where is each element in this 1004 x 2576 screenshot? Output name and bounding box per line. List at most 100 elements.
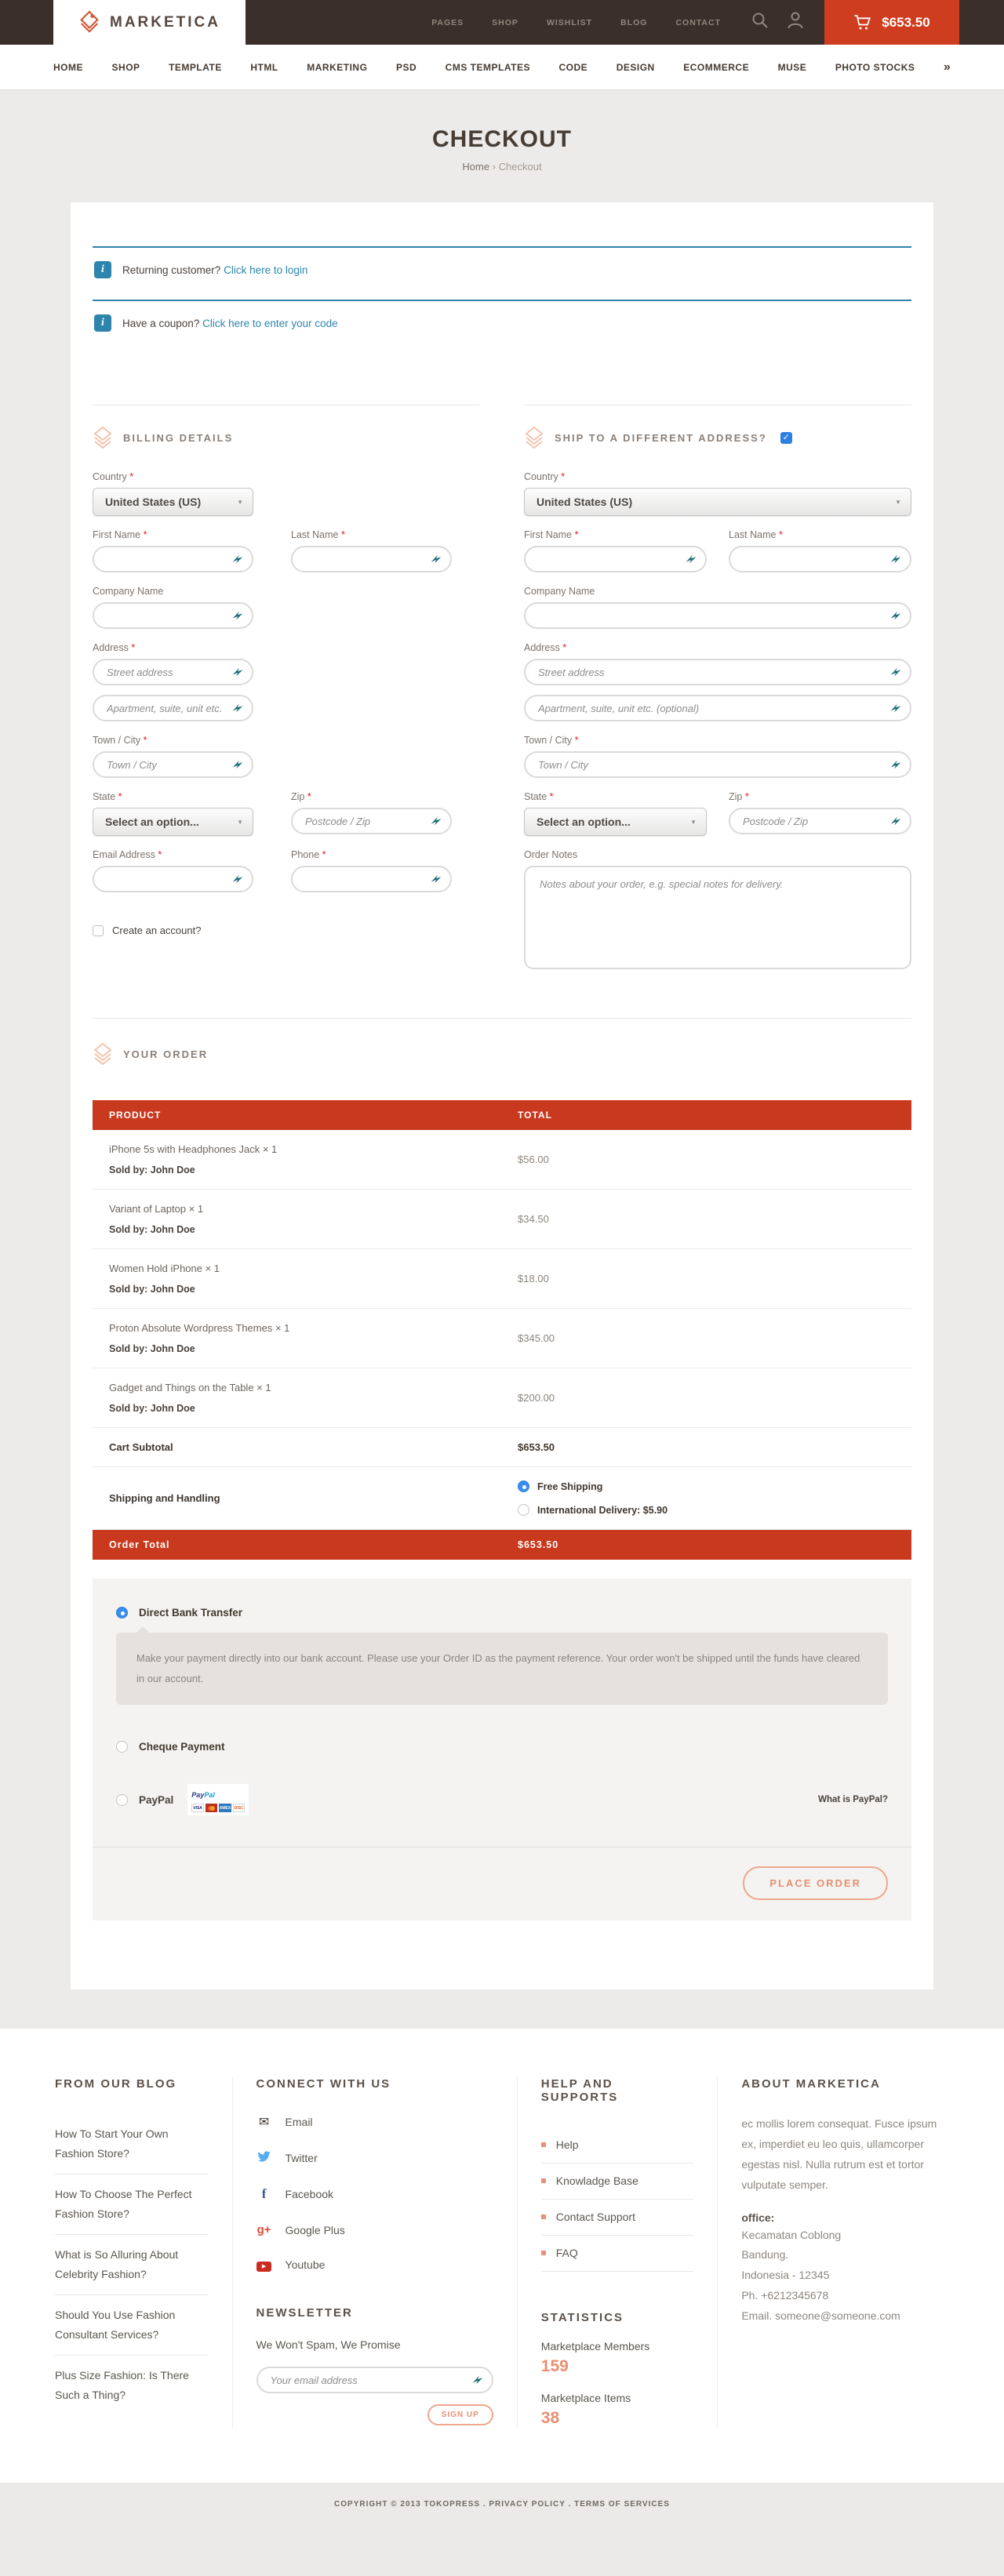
place-order-button[interactable]: PLACE ORDER <box>743 1866 888 1900</box>
faq-link[interactable]: FAQ <box>541 2236 694 2272</box>
free-shipping-radio[interactable] <box>518 1481 529 1492</box>
product-total: $34.50 <box>518 1213 895 1225</box>
autofill-icon <box>889 665 903 679</box>
contact-support-link[interactable]: Contact Support <box>541 2200 694 2236</box>
bank-transfer-label: Direct Bank Transfer <box>139 1607 242 1619</box>
bank-transfer-radio[interactable] <box>116 1607 128 1619</box>
top-nav-shop[interactable]: SHOP <box>492 18 518 27</box>
nav-html[interactable]: HTML <box>250 62 278 73</box>
search-icon[interactable] <box>751 11 769 34</box>
table-row: Proton Absolute Wordpress Themes × 1 Sol… <box>93 1309 911 1368</box>
billing-town-input[interactable] <box>93 751 253 778</box>
order-total-label: Order Total <box>109 1539 518 1550</box>
breadcrumb-home[interactable]: Home <box>462 161 489 173</box>
knowledge-base-link[interactable]: Knowladge Base <box>541 2164 694 2200</box>
billing-country-select[interactable]: United States (US) ▼ <box>93 488 253 516</box>
nav-marketing[interactable]: MARKETING <box>307 62 367 73</box>
create-account-checkbox[interactable] <box>93 925 104 936</box>
product-total: $200.00 <box>518 1392 895 1404</box>
shipping-company-input[interactable] <box>524 602 911 629</box>
order-notes-textarea[interactable] <box>524 866 911 969</box>
autofill-icon <box>231 665 245 679</box>
top-nav-blog[interactable]: BLOG <box>620 18 647 27</box>
product-name: Women Hold iPhone × 1 <box>109 1263 518 1274</box>
coupon-link[interactable]: Click here to enter your code <box>202 318 338 329</box>
free-shipping-label: Free Shipping <box>537 1481 602 1492</box>
ship-different-checkbox[interactable]: ✓ <box>780 432 792 444</box>
billing-email-input[interactable] <box>93 866 253 892</box>
nav-cms-templates[interactable]: CMS TEMPLATES <box>446 62 530 73</box>
coupon-notice: i Have a coupon? Click here to enter you… <box>93 300 911 353</box>
blog-link[interactable]: Should You Use Fashion Consultant Servic… <box>55 2295 209 2356</box>
billing-state-select[interactable]: Select an option... ▼ <box>93 808 253 836</box>
create-account-label: Create an account? <box>112 925 201 936</box>
shipping-zip-input[interactable] <box>729 808 911 834</box>
billing-last-name-input[interactable] <box>291 546 452 572</box>
account-icon[interactable] <box>787 11 804 34</box>
shipping-state-select[interactable]: Select an option... ▼ <box>524 808 707 836</box>
nav-psd[interactable]: PSD <box>396 62 417 73</box>
privacy-policy-link[interactable]: PRIVACY POLICY <box>489 2500 565 2509</box>
nav-code[interactable]: CODE <box>558 62 587 73</box>
first-name-label: First Name * <box>93 529 253 540</box>
nav-ecommerce[interactable]: ECOMMERCE <box>683 62 749 73</box>
facebook-link[interactable]: f Facebook <box>256 2186 493 2202</box>
copyright-bar: COPYRIGHT © 2013 TOKOPRESS . PRIVACY POL… <box>0 2483 1004 2576</box>
login-link[interactable]: Click here to login <box>224 264 307 276</box>
twitter-link[interactable]: Twitter <box>256 2151 493 2165</box>
billing-zip-input[interactable] <box>291 808 452 834</box>
blog-link[interactable]: How To Start Your Own Fashion Store? <box>55 2114 209 2175</box>
google-plus-link[interactable]: g+ Google Plus <box>256 2223 493 2236</box>
nav-design[interactable]: DESIGN <box>617 62 655 73</box>
paypal-label: PayPal <box>139 1794 173 1806</box>
table-row: Women Hold iPhone × 1 Sold by: John Doe … <box>93 1249 911 1309</box>
footer-help-column: HELP AND SUPPORTS Help Knowladge Base Co… <box>517 2077 718 2428</box>
blog-link[interactable]: What is So Alluring About Celebrity Fash… <box>55 2235 209 2295</box>
nav-shop[interactable]: SHOP <box>112 62 140 73</box>
cheque-payment-radio[interactable] <box>116 1741 128 1753</box>
bank-transfer-description: Make your payment directly into our bank… <box>116 1633 888 1705</box>
paypal-radio[interactable] <box>116 1794 128 1806</box>
product-name: Variant of Laptop × 1 <box>109 1203 518 1215</box>
billing-heading: BILLING DETAILS <box>123 432 233 444</box>
newsletter-email-input[interactable] <box>256 2367 493 2393</box>
google-plus-icon: g+ <box>256 2223 272 2236</box>
facebook-icon: f <box>256 2186 272 2202</box>
nav-muse[interactable]: MUSE <box>778 62 807 73</box>
brand-logo[interactable]: MARKETICA <box>53 0 246 45</box>
cart-button[interactable]: $653.50 <box>824 0 959 45</box>
top-nav-contact[interactable]: CONTACT <box>675 18 721 27</box>
stat-value: 159 <box>541 2357 694 2376</box>
what-is-paypal-link[interactable]: What is PayPal? <box>818 1795 888 1804</box>
shipping-country-select[interactable]: United States (US) ▼ <box>524 488 911 516</box>
nav-home[interactable]: HOME <box>53 62 83 73</box>
shipping-apartment-input[interactable] <box>524 695 911 721</box>
help-link[interactable]: Help <box>541 2127 694 2164</box>
notice-text: Have a coupon? <box>122 318 199 329</box>
email-link[interactable]: ✉ Email <box>256 2114 493 2130</box>
blog-link[interactable]: Plus Size Fashion: Is There Such a Thing… <box>55 2356 209 2415</box>
top-nav-pages[interactable]: PAGES <box>431 18 464 27</box>
sign-up-button[interactable]: SIGN UP <box>427 2404 493 2425</box>
billing-company-input[interactable] <box>93 602 253 629</box>
youtube-link[interactable]: ▶ Youtube <box>256 2258 493 2272</box>
billing-street-input[interactable] <box>93 659 253 685</box>
table-row: Variant of Laptop × 1 Sold by: John Doe … <box>93 1190 911 1249</box>
shipping-town-input[interactable] <box>524 751 911 778</box>
billing-phone-input[interactable] <box>291 866 452 892</box>
nav-more-icon[interactable]: » <box>944 60 951 74</box>
top-nav-wishlist[interactable]: WISHLIST <box>547 18 592 27</box>
notice-text: Returning customer? <box>122 264 220 276</box>
international-delivery-radio[interactable] <box>518 1504 529 1516</box>
nav-template[interactable]: TEMPLATE <box>169 62 222 73</box>
shipping-street-input[interactable] <box>524 659 911 685</box>
nav-photo-stocks[interactable]: PHOTO STOCKS <box>835 62 915 73</box>
footer-blog-column: FROM OUR BLOG How To Start Your Own Fash… <box>31 2077 232 2428</box>
blog-link[interactable]: How To Choose The Perfect Fashion Store? <box>55 2175 209 2235</box>
billing-apartment-input[interactable] <box>93 695 253 721</box>
address-line: Email. someone@someone.com <box>741 2306 949 2327</box>
terms-link[interactable]: TERMS OF SERVICES <box>574 2500 670 2509</box>
shipping-last-name-input[interactable] <box>729 546 911 572</box>
billing-first-name-input[interactable] <box>93 546 253 572</box>
shipping-first-name-input[interactable] <box>524 546 707 572</box>
